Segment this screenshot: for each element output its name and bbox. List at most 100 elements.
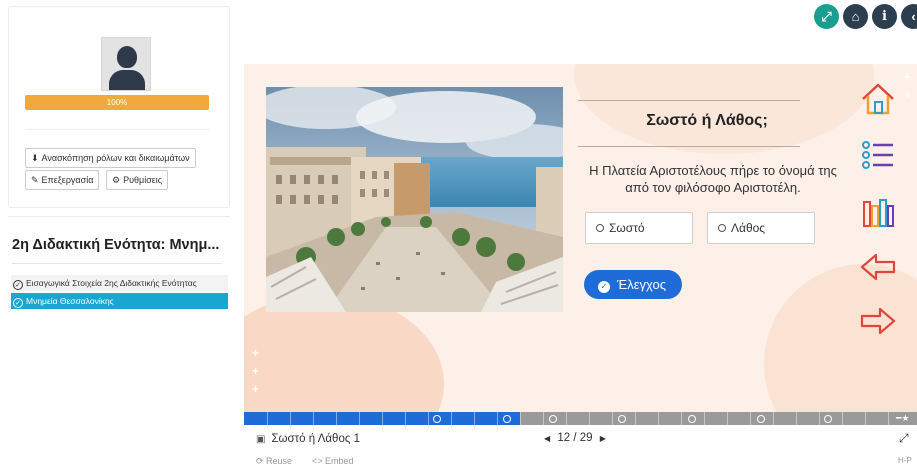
slide-tick[interactable] (750, 412, 751, 425)
slide-tick[interactable] (290, 412, 291, 425)
slide-tick[interactable] (359, 412, 360, 425)
reuse-button[interactable]: ⟳ Reuse (256, 456, 292, 467)
task-dot[interactable] (549, 415, 557, 423)
h5p-logo[interactable]: H-P (898, 456, 912, 465)
slide-tick[interactable] (842, 412, 843, 425)
slide-tick[interactable] (773, 412, 774, 425)
slide-tick[interactable] (520, 412, 521, 425)
home-button[interactable]: ⌂ (843, 4, 868, 29)
edit-button[interactable]: ✎ Επεξεργασία (25, 170, 100, 190)
question-title: Σωστό ή Λάθος; (646, 112, 768, 129)
check-icon: ✓ (598, 281, 610, 293)
slide-tick[interactable] (336, 412, 337, 425)
square-photo (266, 87, 563, 312)
slide-tick[interactable] (888, 412, 889, 425)
edit-label: Επεξεργασία (41, 175, 94, 185)
answer-false-option[interactable]: Λάθος (707, 212, 815, 244)
back-icon: ‹ (911, 9, 916, 24)
task-dot[interactable] (824, 415, 832, 423)
check-circle-icon: ✓ (13, 298, 23, 308)
decor-plus-icon: + (252, 382, 260, 396)
slide-tick[interactable] (727, 412, 728, 425)
previous-arrow-icon[interactable] (859, 248, 897, 286)
profile-divider (25, 129, 209, 130)
page: 100% ⬇ Ανασκόπηση ρόλων και δικαιωμάτων ✎… (0, 0, 917, 475)
slide-tick[interactable] (865, 412, 866, 425)
slide-tick[interactable] (566, 412, 567, 425)
lesson-label: Εισαγωγικά Στοιχεία 2ης Διδακτικής Ενότη… (26, 278, 197, 288)
background-blob (574, 64, 874, 154)
decor-plus-icon: + (904, 88, 912, 102)
slide-tick[interactable] (428, 412, 429, 425)
settings-button[interactable]: ⚙ Ρυθμίσεις (106, 170, 169, 190)
lesson-label: Μνημεία Θεσσαλονίκης (26, 296, 114, 306)
info-icon: i (882, 9, 887, 24)
lesson-item-intro[interactable]: ✓ Εισαγωγικά Στοιχεία 2ης Διδακτικής Ενότ… (11, 275, 228, 291)
task-dot[interactable] (757, 415, 765, 423)
slide-tick[interactable] (681, 412, 682, 425)
slide-tick[interactable] (796, 412, 797, 425)
fullscreen-icon[interactable]: ⤢ (899, 431, 909, 446)
check-answer-label: Έλεγχος (617, 277, 666, 292)
task-dot[interactable] (433, 415, 441, 423)
roles-overview-button[interactable]: ⬇ Ανασκόπηση ρόλων και δικαιωμάτων (25, 148, 196, 168)
radio-icon (718, 224, 726, 232)
prev-slide-icon[interactable]: ◀ (544, 434, 550, 443)
star-icon[interactable]: ━★ (896, 412, 910, 425)
radio-icon (596, 224, 604, 232)
unit-title: 2η Διδακτική Ενότητα: Μνημ... (12, 237, 220, 253)
slide-tick[interactable] (543, 412, 544, 425)
back-button[interactable]: ‹ (901, 4, 917, 29)
slide-counter: 12 / 29 (557, 432, 593, 444)
slide-tick[interactable] (313, 412, 314, 425)
check-answer-button[interactable]: ✓ Έλεγχος (584, 270, 682, 299)
roles-overview-label: Ανασκόπηση ρόλων και δικαιωμάτων (41, 153, 190, 163)
slide-tick[interactable] (612, 412, 613, 425)
avatar (101, 37, 151, 91)
task-dot[interactable] (618, 415, 626, 423)
slide-tick[interactable] (474, 412, 475, 425)
unit-card: 2η Διδακτική Ενότητα: Μνημ... ✓ Εισαγωγικ… (8, 216, 230, 474)
expand-button[interactable]: ⤢ (814, 4, 839, 29)
slide-tick[interactable] (635, 412, 636, 425)
next-slide-icon[interactable]: ▶ (600, 434, 606, 443)
slide-tick[interactable] (658, 412, 659, 425)
slide-title-label: Σωστό ή Λάθος 1 (271, 433, 360, 445)
check-circle-icon: ✓ (13, 280, 23, 290)
slide-title-button[interactable]: ▣ Σωστό ή Λάθος 1 (256, 433, 360, 445)
slide-tick[interactable] (819, 412, 820, 425)
slide-tick[interactable] (405, 412, 406, 425)
slide-tick[interactable] (451, 412, 452, 425)
download-icon: ⬇ (31, 153, 39, 163)
question-rule-bottom (578, 146, 800, 147)
task-dot[interactable] (688, 415, 696, 423)
slide-tick[interactable] (704, 412, 705, 425)
expand-icon: ⤢ (821, 9, 832, 24)
slide-progress-strip[interactable]: ━★ (244, 412, 917, 425)
home-icon: ⌂ (851, 9, 860, 24)
decor-plus-icon: + (904, 70, 912, 84)
embed-button[interactable]: <> Embed (312, 456, 354, 466)
question-rule-top (578, 100, 800, 101)
answer-true-option[interactable]: Σωστό (585, 212, 693, 244)
slides-menu-icon: ▣ (256, 434, 266, 445)
answer-false-label: Λάθος (731, 221, 766, 235)
list-nav-icon[interactable] (859, 136, 897, 174)
avatar-body (109, 70, 145, 90)
library-nav-icon[interactable] (859, 194, 897, 232)
next-arrow-icon[interactable] (859, 302, 897, 340)
info-button[interactable]: i (872, 4, 897, 29)
unit-divider (12, 263, 222, 264)
settings-label: Ρυθμίσεις (123, 175, 163, 185)
answer-true-label: Σωστό (609, 221, 645, 235)
slide-tick[interactable] (382, 412, 383, 425)
gear-icon: ⚙ (112, 175, 121, 185)
slide-tick[interactable] (497, 412, 498, 425)
square-photo-illustration (266, 87, 563, 312)
lesson-item-monuments[interactable]: ✓ Μνημεία Θεσσαλονίκης (11, 293, 228, 309)
profile-card: 100% ⬇ Ανασκόπηση ρόλων και δικαιωμάτων ✎… (8, 6, 230, 208)
slide-tick[interactable] (589, 412, 590, 425)
slide-tick[interactable] (267, 412, 268, 425)
task-dot[interactable] (503, 415, 511, 423)
home-nav-icon[interactable] (859, 80, 897, 118)
